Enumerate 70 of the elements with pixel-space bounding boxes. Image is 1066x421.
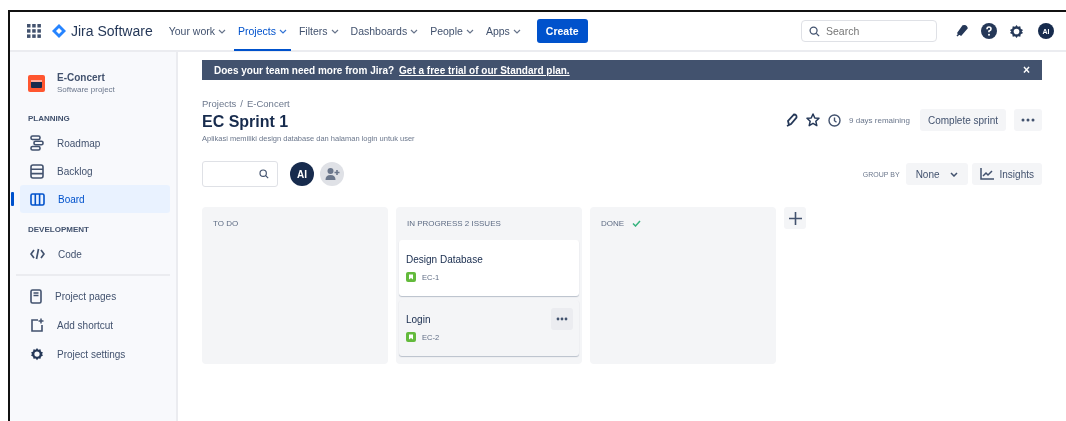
help-icon[interactable] [981,23,997,39]
column-title: IN PROGRESS 2 ISSUES [407,219,501,228]
story-icon [406,332,416,342]
column-title: DONE [601,219,625,228]
board-search-field[interactable] [202,161,278,187]
plus-icon [788,211,802,225]
issue-title: Design Database [406,253,483,265]
chart-icon [979,168,994,180]
days-remaining: 9 days remaining [849,115,910,125]
add-column-button[interactable] [784,207,806,229]
chevron-down-icon [278,28,287,34]
add-people-icon[interactable] [320,162,344,186]
sidebar-item[interactable]: Project settings [20,340,170,368]
sprint-title: EC Sprint 1 [202,113,290,131]
chevron-down-icon [512,28,521,34]
sidebar-item[interactable]: Add shortcut [20,311,170,339]
search-icon [259,169,269,179]
complete-sprint-button[interactable]: Complete sprint [919,109,1006,131]
breadcrumb-link[interactable]: E-Concert [246,98,290,109]
group-by-dropdown[interactable]: None [905,163,968,185]
chevron-down-icon [218,28,226,34]
nav-menu-item[interactable]: Apps [481,13,525,51]
search-icon [809,25,820,37]
clock-icon [828,113,842,127]
chevron-down-icon [949,171,958,177]
banner-text: Does your team need more from Jira? [214,64,395,76]
trial-link[interactable]: Get a free trial of our Standard plan. [399,64,570,76]
project-name[interactable]: E-Concert [57,72,115,83]
nav-menu-item[interactable]: Projects [234,13,291,51]
sidebar-item[interactable]: Backlog [20,157,170,185]
user-avatar[interactable]: AI [290,162,314,186]
backlog-icon [30,163,44,179]
active-indicator [11,192,14,206]
search-field[interactable]: Search [801,20,937,42]
section-heading: DEVELOPMENT [27,224,90,236]
nav-menu-item[interactable]: Filters [294,13,343,51]
chevron-down-icon [410,28,419,34]
nav-menu-item[interactable]: Dashboards [346,13,423,51]
close-button[interactable]: × [1023,63,1030,77]
settings-icon[interactable] [1009,23,1024,39]
create-button[interactable]: Create [536,19,588,43]
nav-menu-item[interactable]: People [426,13,478,51]
code-icon [30,248,45,260]
nav-menu-item[interactable]: Your work [164,13,230,51]
chevron-down-icon [465,28,474,34]
column-title: TO DO [213,219,239,228]
more-icon [1021,118,1035,122]
app-switcher-icon[interactable] [27,24,41,38]
chevron-down-icon [330,28,339,34]
page-icon [30,288,42,304]
add-shortcut-icon [30,318,44,332]
project-icon [28,74,45,92]
sidebar-item[interactable]: Project pages [20,282,170,310]
sidebar-item[interactable]: Code [20,240,170,268]
story-icon [406,272,416,282]
card-menu-button[interactable] [551,308,573,330]
board-icon [30,192,45,206]
breadcrumb-separator: / [240,98,243,109]
roadmap-icon [30,135,44,151]
sidebar-item[interactable]: Roadmap [20,129,170,157]
breadcrumb-link[interactable]: Projects [202,98,237,109]
project-type: Software project [57,85,115,94]
app-name[interactable]: Jira Software [71,23,153,39]
issue-title: Login [406,313,431,325]
diamond-logo-icon [52,24,66,38]
section-heading: PLANNING [27,113,71,125]
insights-button[interactable]: Insights [971,163,1042,185]
settings-icon [30,347,44,361]
star-icon[interactable] [806,113,821,127]
more-icon [556,317,568,321]
